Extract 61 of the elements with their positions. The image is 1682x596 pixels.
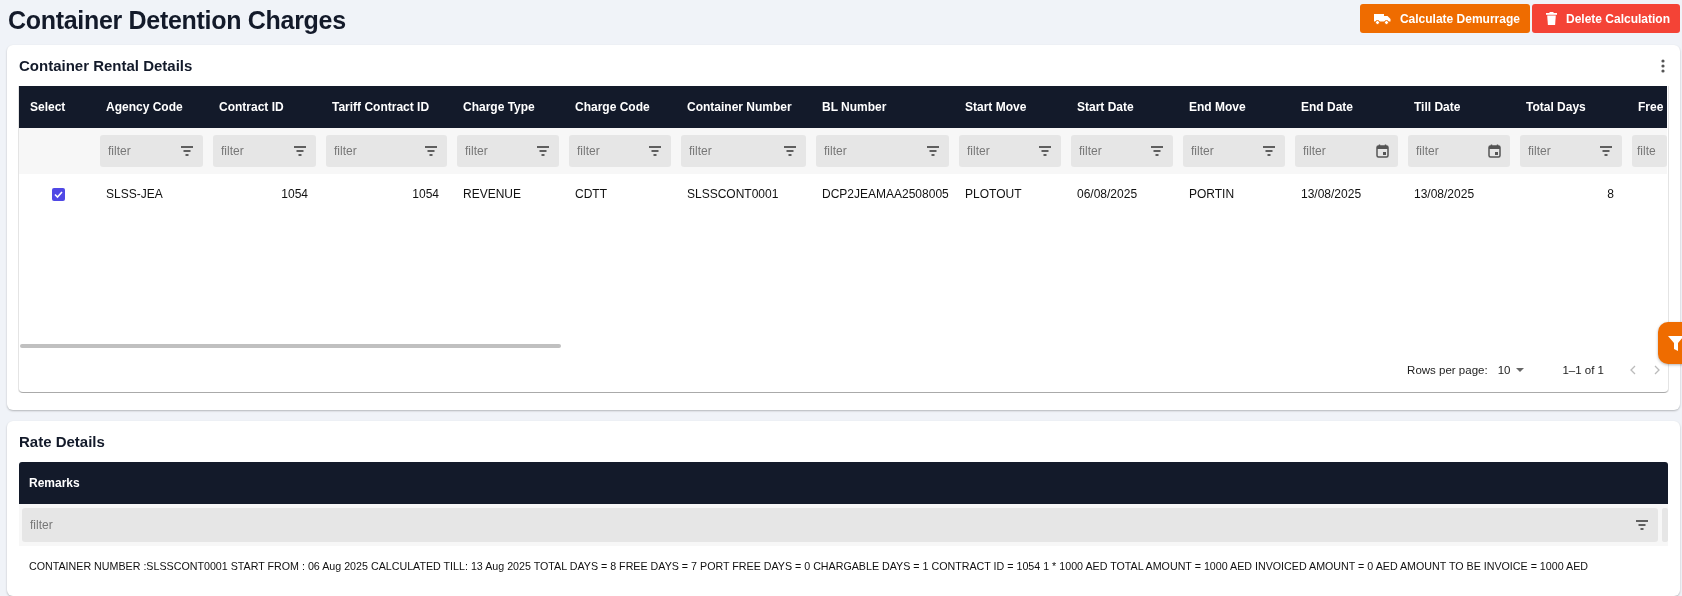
column-header[interactable]: BL Number — [811, 86, 954, 128]
caret-icon — [1516, 368, 1525, 372]
page-title: Container Detention Charges — [8, 6, 346, 35]
filter-icon[interactable] — [293, 145, 307, 157]
column-header[interactable]: Select — [19, 86, 95, 128]
filter-field[interactable]: filter — [681, 135, 806, 167]
filter-field[interactable]: filter — [569, 135, 671, 167]
more-options-icon[interactable] — [1661, 58, 1665, 73]
filter-field[interactable]: filter — [1183, 135, 1285, 167]
page-range: 1–1 of 1 — [1562, 364, 1604, 376]
filter-icon[interactable] — [180, 145, 194, 157]
section-title: Rate Details — [19, 433, 105, 450]
truck-icon — [1373, 12, 1391, 25]
column-header[interactable]: Container Number — [676, 86, 811, 128]
filter-field[interactable]: filter — [1295, 135, 1398, 167]
filter-icon[interactable] — [1038, 145, 1052, 157]
rows-per-page-select[interactable]: 10 — [1497, 364, 1525, 376]
column-header[interactable]: Free — [1627, 86, 1667, 128]
filter-field[interactable]: filter — [959, 135, 1061, 167]
delete-button[interactable]: Delete Calculation — [1531, 4, 1680, 33]
column-header[interactable]: Agency Code — [95, 86, 208, 128]
column-header[interactable]: Total Days — [1515, 86, 1627, 128]
filter-field[interactable]: filter — [100, 135, 203, 167]
filter-field[interactable]: filter — [326, 135, 447, 167]
column-header[interactable]: Contract ID — [208, 86, 321, 128]
column-header[interactable]: Tariff Contract ID — [321, 86, 452, 128]
column-header[interactable]: Charge Type — [452, 86, 564, 128]
filter-field[interactable]: filter — [1520, 135, 1622, 167]
column-header[interactable]: Start Move — [954, 86, 1066, 128]
section-title: Container Rental Details — [19, 57, 193, 74]
filter-icon[interactable] — [783, 145, 797, 157]
filter-icon[interactable] — [1262, 145, 1276, 157]
column-header[interactable]: End Date — [1290, 86, 1403, 128]
column-header[interactable]: Till Date — [1403, 86, 1515, 128]
filter-field[interactable]: filter — [816, 135, 949, 167]
filter-icon[interactable] — [648, 145, 662, 157]
filter-icon[interactable] — [1599, 145, 1613, 157]
filter-icon[interactable] — [1635, 519, 1649, 531]
filter-field[interactable]: filte — [1632, 135, 1667, 167]
filter-field[interactable]: filter — [1071, 135, 1173, 167]
calendar-icon[interactable] — [1488, 144, 1501, 158]
column-header[interactable]: End Move — [1178, 86, 1290, 128]
filter-field[interactable]: filter — [22, 508, 1658, 542]
funnel-icon — [1668, 335, 1682, 351]
filter-field[interactable]: filter — [457, 135, 559, 167]
column-header[interactable]: Charge Code — [564, 86, 676, 128]
rows-per-page-label: Rows per page: — [1407, 364, 1488, 376]
column-header[interactable]: Start Date — [1066, 86, 1178, 128]
filter-field[interactable]: filter — [213, 135, 316, 167]
filter-icon[interactable] — [424, 145, 438, 157]
filter-icon[interactable] — [1150, 145, 1164, 157]
remarks-text: CONTAINER NUMBER :SLSSCONT0001 START FROM : 06 Aug 2025 CALCULATED TILL: 13 Aug 2025 TOTAL DAYS = 8 FREE DAYS = 7 PORT FREE DAYS = 0 CHARGABLE DAYS = 1 CONTRACT ID = 1054 1 * 1000 AED TOTAL AMOUNT = 1000 AED INVOICED AMOUNT = 0 AED AMOUNT TO BE INVOICE = 1000 AED — [29, 560, 1588, 572]
row-checkbox[interactable] — [52, 187, 65, 201]
filter-field[interactable]: filter — [1408, 135, 1510, 167]
filter-icon[interactable] — [926, 145, 940, 157]
filter-icon[interactable] — [536, 145, 550, 157]
calendar-icon[interactable] — [1376, 144, 1389, 158]
column-header[interactable]: Remarks — [19, 462, 1668, 504]
vertical-scrollbar[interactable] — [1662, 508, 1668, 542]
horizontal-scrollbar[interactable] — [20, 344, 561, 348]
trash-icon — [1545, 12, 1557, 25]
